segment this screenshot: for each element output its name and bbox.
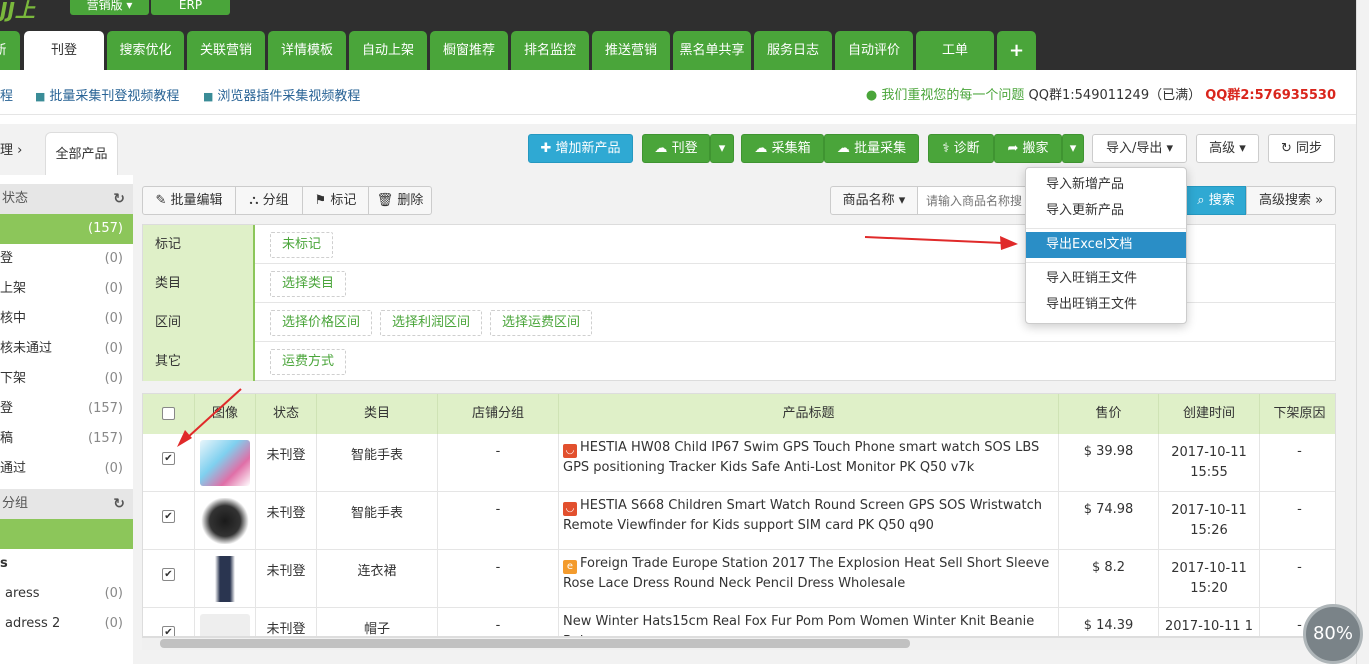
performance-gauge[interactable]: 80% [1303, 604, 1363, 664]
arrow-to-checkbox [186, 388, 242, 439]
arrow-head-export [1000, 236, 1018, 250]
arrow-head-checkbox [177, 430, 192, 447]
annotation-arrows [177, 236, 1018, 447]
arrow-to-export [864, 236, 1004, 244]
